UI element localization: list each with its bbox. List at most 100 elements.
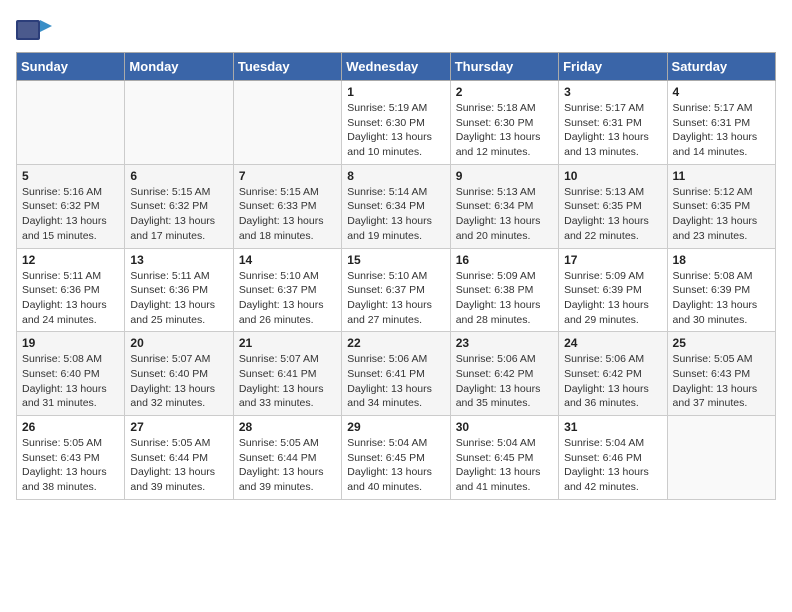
day-number: 27 — [130, 420, 227, 434]
day-detail: Sunrise: 5:17 AMSunset: 6:31 PMDaylight:… — [673, 101, 770, 160]
calendar-cell — [125, 81, 233, 165]
day-header-monday: Monday — [125, 53, 233, 81]
calendar-cell — [233, 81, 341, 165]
day-header-wednesday: Wednesday — [342, 53, 450, 81]
calendar-cell: 27 Sunrise: 5:05 AMSunset: 6:44 PMDayligh… — [125, 416, 233, 500]
day-detail: Sunrise: 5:05 AMSunset: 6:44 PMDaylight:… — [130, 436, 227, 495]
calendar-week-4: 19 Sunrise: 5:08 AMSunset: 6:40 PMDayligh… — [17, 332, 776, 416]
calendar-cell: 16 Sunrise: 5:09 AMSunset: 6:38 PMDayligh… — [450, 248, 558, 332]
calendar-cell: 20Sunrise: 5:07 AMSunset: 6:40 PMDayligh… — [125, 332, 233, 416]
calendar-cell: 7 Sunrise: 5:15 AMSunset: 6:33 PMDaylight… — [233, 164, 341, 248]
day-detail: Sunrise: 5:15 AMSunset: 6:33 PMDaylight:… — [239, 185, 336, 244]
day-detail: Sunrise: 5:15 AMSunset: 6:32 PMDaylight:… — [130, 185, 227, 244]
day-number: 5 — [22, 169, 119, 183]
logo-icon — [16, 16, 52, 44]
calendar-cell: 15 Sunrise: 5:10 AMSunset: 6:37 PMDayligh… — [342, 248, 450, 332]
calendar-cell: 23Sunrise: 5:06 AMSunset: 6:42 PMDayligh… — [450, 332, 558, 416]
day-detail: Sunrise: 5:14 AMSunset: 6:34 PMDaylight:… — [347, 185, 444, 244]
day-detail: Sunrise: 5:10 AMSunset: 6:37 PMDaylight:… — [239, 269, 336, 328]
calendar-cell: 2 Sunrise: 5:18 AMSunset: 6:30 PMDaylight… — [450, 81, 558, 165]
day-number: 19 — [22, 336, 119, 350]
day-number: 28 — [239, 420, 336, 434]
day-number: 9 — [456, 169, 553, 183]
day-number: 25 — [673, 336, 770, 350]
day-number: 2 — [456, 85, 553, 99]
day-number: 16 — [456, 253, 553, 267]
logo — [16, 16, 54, 44]
calendar-cell: 9 Sunrise: 5:13 AMSunset: 6:34 PMDaylight… — [450, 164, 558, 248]
day-number: 26 — [22, 420, 119, 434]
calendar-cell: 19 Sunrise: 5:08 AMSunset: 6:40 PMDayligh… — [17, 332, 125, 416]
day-detail: Sunrise: 5:13 AMSunset: 6:35 PMDaylight:… — [564, 185, 661, 244]
day-number: 31 — [564, 420, 661, 434]
day-detail: Sunrise: 5:06 AMSunset: 6:41 PMDaylight:… — [347, 352, 444, 411]
calendar-cell: 14 Sunrise: 5:10 AMSunset: 6:37 PMDayligh… — [233, 248, 341, 332]
calendar-cell: 5 Sunrise: 5:16 AMSunset: 6:32 PMDaylight… — [17, 164, 125, 248]
day-detail: Sunrise: 5:13 AMSunset: 6:34 PMDaylight:… — [456, 185, 553, 244]
day-number: 18 — [673, 253, 770, 267]
day-number: 22 — [347, 336, 444, 350]
day-number: 7 — [239, 169, 336, 183]
day-number: 29 — [347, 420, 444, 434]
day-number: 12 — [22, 253, 119, 267]
day-detail: Sunrise: 5:11 AMSunset: 6:36 PMDaylight:… — [22, 269, 119, 328]
day-number: 8 — [347, 169, 444, 183]
calendar-cell: 13 Sunrise: 5:11 AMSunset: 6:36 PMDayligh… — [125, 248, 233, 332]
day-detail: Sunrise: 5:12 AMSunset: 6:35 PMDaylight:… — [673, 185, 770, 244]
calendar-cell: 21 Sunrise: 5:07 AMSunset: 6:41 PMDayligh… — [233, 332, 341, 416]
day-detail: Sunrise: 5:11 AMSunset: 6:36 PMDaylight:… — [130, 269, 227, 328]
day-detail: Sunrise: 5:16 AMSunset: 6:32 PMDaylight:… — [22, 185, 119, 244]
calendar-cell: 31 Sunrise: 5:04 AMSunset: 6:46 PMDayligh… — [559, 416, 667, 500]
day-number: 14 — [239, 253, 336, 267]
day-header-saturday: Saturday — [667, 53, 775, 81]
calendar-cell: 18 Sunrise: 5:08 AMSunset: 6:39 PMDayligh… — [667, 248, 775, 332]
day-number: 20 — [130, 336, 227, 350]
day-header-friday: Friday — [559, 53, 667, 81]
day-number: 13 — [130, 253, 227, 267]
day-number: 17 — [564, 253, 661, 267]
day-detail: Sunrise: 5:08 AMSunset: 6:39 PMDaylight:… — [673, 269, 770, 328]
day-detail: Sunrise: 5:17 AMSunset: 6:31 PMDaylight:… — [564, 101, 661, 160]
calendar-cell: 22 Sunrise: 5:06 AMSunset: 6:41 PMDayligh… — [342, 332, 450, 416]
calendar-cell: 26 Sunrise: 5:05 AMSunset: 6:43 PMDayligh… — [17, 416, 125, 500]
day-detail: Sunrise: 5:05 AMSunset: 6:43 PMDaylight:… — [22, 436, 119, 495]
day-detail: Sunrise: 5:04 AMSunset: 6:46 PMDaylight:… — [564, 436, 661, 495]
day-number: 15 — [347, 253, 444, 267]
calendar-cell: 28 Sunrise: 5:05 AMSunset: 6:44 PMDayligh… — [233, 416, 341, 500]
day-detail: Sunrise: 5:08 AMSunset: 6:40 PMDaylight:… — [22, 352, 119, 411]
calendar-cell: 17 Sunrise: 5:09 AMSunset: 6:39 PMDayligh… — [559, 248, 667, 332]
calendar-table: SundayMondayTuesdayWednesdayThursdayFrid… — [16, 52, 776, 500]
day-detail: Sunrise: 5:06 AMSunset: 6:42 PMDaylight:… — [564, 352, 661, 411]
calendar-cell — [667, 416, 775, 500]
calendar-cell: 1Sunrise: 5:19 AMSunset: 6:30 PMDaylight… — [342, 81, 450, 165]
day-number: 11 — [673, 169, 770, 183]
day-detail: Sunrise: 5:04 AMSunset: 6:45 PMDaylight:… — [347, 436, 444, 495]
calendar-cell: 25 Sunrise: 5:05 AMSunset: 6:43 PMDayligh… — [667, 332, 775, 416]
day-detail: Sunrise: 5:09 AMSunset: 6:39 PMDaylight:… — [564, 269, 661, 328]
calendar-cell — [17, 81, 125, 165]
calendar-cell: 8 Sunrise: 5:14 AMSunset: 6:34 PMDaylight… — [342, 164, 450, 248]
day-number: 23 — [456, 336, 553, 350]
calendar-week-3: 12 Sunrise: 5:11 AMSunset: 6:36 PMDayligh… — [17, 248, 776, 332]
day-detail: Sunrise: 5:19 AMSunset: 6:30 PMDaylight:… — [347, 101, 444, 160]
day-detail: Sunrise: 5:05 AMSunset: 6:44 PMDaylight:… — [239, 436, 336, 495]
day-detail: Sunrise: 5:10 AMSunset: 6:37 PMDaylight:… — [347, 269, 444, 328]
calendar-cell: 3Sunrise: 5:17 AMSunset: 6:31 PMDaylight… — [559, 81, 667, 165]
calendar-cell: 30Sunrise: 5:04 AMSunset: 6:45 PMDayligh… — [450, 416, 558, 500]
day-detail: Sunrise: 5:05 AMSunset: 6:43 PMDaylight:… — [673, 352, 770, 411]
calendar-cell: 12 Sunrise: 5:11 AMSunset: 6:36 PMDayligh… — [17, 248, 125, 332]
day-detail: Sunrise: 5:18 AMSunset: 6:30 PMDaylight:… — [456, 101, 553, 160]
calendar-week-2: 5 Sunrise: 5:16 AMSunset: 6:32 PMDaylight… — [17, 164, 776, 248]
calendar-cell: 10Sunrise: 5:13 AMSunset: 6:35 PMDayligh… — [559, 164, 667, 248]
calendar-cell: 29 Sunrise: 5:04 AMSunset: 6:45 PMDayligh… — [342, 416, 450, 500]
day-detail: Sunrise: 5:09 AMSunset: 6:38 PMDaylight:… — [456, 269, 553, 328]
day-detail: Sunrise: 5:07 AMSunset: 6:41 PMDaylight:… — [239, 352, 336, 411]
day-number: 21 — [239, 336, 336, 350]
page-header — [16, 16, 776, 44]
calendar-cell: 4 Sunrise: 5:17 AMSunset: 6:31 PMDaylight… — [667, 81, 775, 165]
day-number: 4 — [673, 85, 770, 99]
day-number: 30 — [456, 420, 553, 434]
calendar-cell: 11 Sunrise: 5:12 AMSunset: 6:35 PMDayligh… — [667, 164, 775, 248]
day-number: 6 — [130, 169, 227, 183]
calendar-week-1: 1Sunrise: 5:19 AMSunset: 6:30 PMDaylight… — [17, 81, 776, 165]
